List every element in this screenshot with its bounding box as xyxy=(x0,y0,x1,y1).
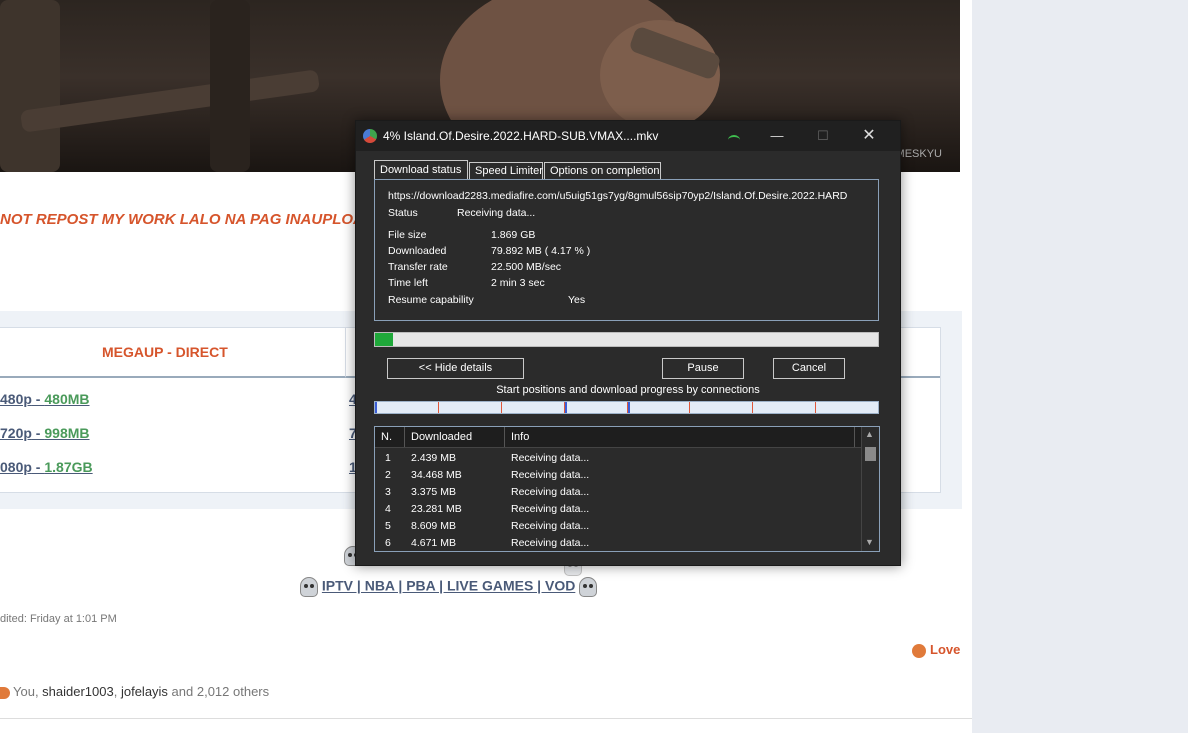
love-reaction-icon xyxy=(912,643,926,658)
connection-start-marker xyxy=(375,402,377,413)
skull-icon xyxy=(300,577,318,597)
connection-info: Receiving data... xyxy=(511,537,590,549)
transfer-rate-label: Transfer rate xyxy=(388,261,448,273)
connection-segment-divider xyxy=(501,402,502,413)
pause-button[interactable]: Pause xyxy=(662,358,744,379)
connection-segment-divider xyxy=(752,402,753,413)
connection-number: 1 xyxy=(385,452,391,464)
link-480p[interactable]: 480p - 480MB xyxy=(0,391,90,407)
skull-icon xyxy=(579,577,598,597)
transfer-rate-value: 22.500 MB/sec xyxy=(491,261,562,273)
connection-segment-divider xyxy=(438,402,439,413)
connection-segment-divider xyxy=(815,402,816,413)
connection-segment-divider xyxy=(689,402,690,413)
scroll-up-icon[interactable]: ▲ xyxy=(865,429,874,439)
reaction-summary[interactable]: You, shaider1003, jofelayis and 2,012 ot… xyxy=(0,684,269,699)
time-left-value: 2 min 3 sec xyxy=(491,277,545,289)
connection-number: 3 xyxy=(385,486,391,498)
connection-downloaded: 23.281 MB xyxy=(411,503,462,515)
connection-info: Receiving data... xyxy=(511,503,590,515)
file-size-label: File size xyxy=(388,229,427,241)
divider xyxy=(0,718,972,719)
hero-watermark: MESKYU xyxy=(895,148,942,160)
connection-info: Receiving data... xyxy=(511,520,590,532)
reaction-user[interactable]: shaider1003 xyxy=(42,684,114,699)
minimize-button[interactable]: — xyxy=(754,121,800,151)
repost-warning: NOT REPOST MY WORK LALO NA PAG INAUPLOAD xyxy=(0,211,375,228)
resume-value: Yes xyxy=(568,294,586,306)
connection-downloaded: 4.671 MB xyxy=(411,537,456,549)
connection-number: 2 xyxy=(385,469,391,481)
download-progress-bar xyxy=(374,332,879,347)
progress-fill xyxy=(375,333,393,346)
tab-speed-limiter[interactable]: Speed Limiter xyxy=(469,162,543,179)
link-1080p[interactable]: 080p - 1.87GB xyxy=(0,459,93,475)
connection-info: Receiving data... xyxy=(511,486,590,498)
connection-downloaded: 8.609 MB xyxy=(411,520,456,532)
cursor-icon xyxy=(728,135,740,145)
connection-number: 5 xyxy=(385,520,391,532)
download-progress-dialog: 4% Island.Of.Desire.2022.HARD-SUB.VMAX..… xyxy=(355,120,901,566)
downloaded-label: Downloaded xyxy=(388,245,447,257)
reaction-icon xyxy=(0,686,10,699)
column-header[interactable]: N. xyxy=(375,427,405,447)
connection-downloaded: 2.439 MB xyxy=(411,452,456,464)
dialog-titlebar[interactable]: 4% Island.Of.Desire.2022.HARD-SUB.VMAX..… xyxy=(356,121,900,151)
download-url: https://download2283.mediafire.com/u5uig… xyxy=(388,190,848,202)
iptv-link-text[interactable]: IPTV | NBA | PBA | LIVE GAMES | VOD xyxy=(322,578,575,594)
edited-timestamp: dited: Friday at 1:01 PM xyxy=(0,613,117,625)
status-value: Receiving data... xyxy=(457,207,536,219)
download-info-panel: https://download2283.mediafire.com/u5uig… xyxy=(374,179,879,321)
scroll-down-icon[interactable]: ▼ xyxy=(865,537,874,547)
idm-app-icon xyxy=(363,129,377,143)
connection-info: Receiving data... xyxy=(511,469,590,481)
connections-label: Start positions and download progress by… xyxy=(496,384,760,396)
table-header-cell: MEGAUP - DIRECT xyxy=(0,328,346,378)
connection-start-marker xyxy=(628,402,630,413)
column-header[interactable]: Info xyxy=(505,427,855,447)
connection-start-marker xyxy=(565,402,567,413)
hide-details-button[interactable]: << Hide details xyxy=(387,358,524,379)
cancel-button[interactable]: Cancel xyxy=(773,358,845,379)
reaction-user[interactable]: jofelayis xyxy=(121,684,168,699)
close-button[interactable]: ✕ xyxy=(846,121,892,151)
tab-options-on-completion[interactable]: Options on completion xyxy=(544,162,661,179)
connections-table[interactable]: N. Downloaded Info 1 2.439 MB Receiving da… xyxy=(374,426,880,552)
connections-scrollbar[interactable]: ▲ ▼ xyxy=(861,427,879,551)
dialog-title: 4% Island.Of.Desire.2022.HARD-SUB.VMAX..… xyxy=(383,129,659,143)
link-720p[interactable]: 720p - 998MB xyxy=(0,425,90,441)
connection-number: 4 xyxy=(385,503,391,515)
connection-number: 6 xyxy=(385,537,391,549)
resume-label: Resume capability xyxy=(388,294,474,306)
maximize-button[interactable]: ☐ xyxy=(800,121,846,151)
connections-table-header: N. Downloaded Info xyxy=(375,427,862,448)
scroll-thumb[interactable] xyxy=(865,447,876,461)
iptv-links[interactable]: IPTV | NBA | PBA | LIVE GAMES | VOD xyxy=(300,577,598,597)
column-header[interactable]: Downloaded xyxy=(405,427,505,447)
downloaded-value: 79.892 MB ( 4.17 % ) xyxy=(491,245,591,257)
status-label: Status xyxy=(388,207,418,219)
megaup-direct-header: MEGAUP - DIRECT xyxy=(102,344,228,360)
connection-downloaded: 34.468 MB xyxy=(411,469,462,481)
file-size-value: 1.869 GB xyxy=(491,229,536,241)
connections-progress-bar xyxy=(374,401,879,414)
time-left-label: Time left xyxy=(388,277,428,289)
connection-info: Receiving data... xyxy=(511,452,590,464)
connection-downloaded: 3.375 MB xyxy=(411,486,456,498)
tab-download-status[interactable]: Download status xyxy=(374,160,468,180)
love-reaction-button[interactable]: Love xyxy=(912,642,960,658)
